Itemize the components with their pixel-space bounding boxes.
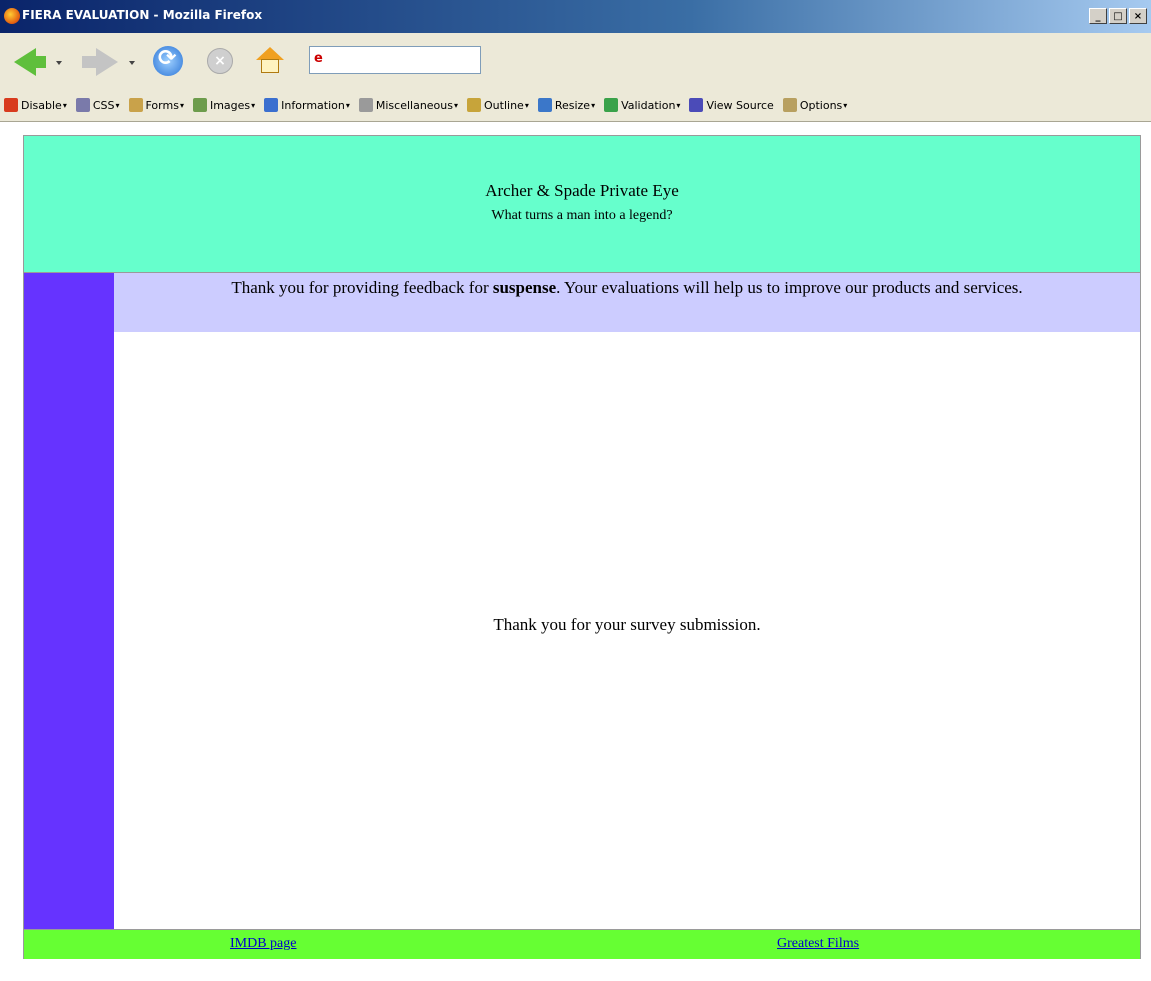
devtool-options-menu[interactable]: Options ▾	[782, 98, 848, 112]
navigation-toolbar: × e	[0, 33, 1151, 94]
red-x-icon	[4, 98, 18, 112]
forms-icon	[128, 98, 143, 112]
devtool-label: Validation	[621, 98, 676, 112]
view-source-icon	[689, 98, 704, 112]
page-footer: IMDB page Greatest Films	[24, 929, 1140, 959]
maximize-button[interactable]: □	[1109, 8, 1127, 24]
minimize-button[interactable]: _	[1089, 8, 1107, 24]
devtool-validation-menu[interactable]: Validation ▾	[604, 98, 680, 112]
dropdown-caret-icon: ▾	[251, 100, 256, 110]
back-history-dropdown-icon[interactable]	[56, 61, 62, 65]
devtool-information-menu[interactable]: Information ▾	[264, 98, 350, 112]
site-title: Archer & Spade Private Eye	[485, 181, 679, 200]
imdb-page-link[interactable]: IMDB page	[230, 936, 297, 952]
feedback-prefix: Thank you for providing feedback for	[231, 278, 493, 297]
devtool-label: Miscellaneous	[375, 98, 453, 112]
window-title-bar[interactable]: FIERA EVALUATION - Mozilla Firefox _ □ ×	[0, 0, 1151, 33]
info-icon	[264, 98, 279, 112]
feedback-message: Thank you for providing feedback for sus…	[114, 273, 1140, 332]
images-icon	[192, 98, 207, 112]
devtool-disable-menu[interactable]: Disable ▾	[4, 98, 67, 112]
devtool-resize-menu[interactable]: Resize ▾	[537, 98, 596, 112]
devtool-label: Options	[799, 98, 843, 112]
forward-arrow-icon[interactable]	[96, 48, 118, 76]
devtool-outline-menu[interactable]: Outline ▾	[467, 98, 529, 112]
toolbar-items: Disable ▾ CSS ▾ Forms ▾ Images ▾ Information ▾ Mis…	[4, 98, 856, 112]
home-icon[interactable]	[256, 47, 284, 75]
dropdown-caret-icon: ▾	[115, 100, 120, 110]
devtool-label: Outline	[484, 98, 524, 112]
forward-history-dropdown-icon[interactable]	[129, 61, 135, 65]
devtool-label: Images	[209, 98, 251, 112]
window-controls: _ □ ×	[1089, 8, 1147, 24]
devtool-miscellaneous-menu[interactable]: Miscellaneous ▾	[358, 98, 459, 112]
devtool-images-menu[interactable]: Images ▾	[192, 98, 256, 112]
wand-icon	[358, 98, 373, 112]
firefox-icon	[4, 8, 20, 24]
dropdown-caret-icon: ▾	[62, 100, 67, 110]
dropdown-caret-icon: ▾	[524, 100, 529, 110]
browser-viewport: Archer & Spade Private Eye What turns a …	[0, 122, 1151, 981]
forward-button[interactable]	[82, 56, 96, 68]
devtool-label: Forms	[145, 98, 179, 112]
dropdown-caret-icon: ▾	[345, 100, 350, 110]
web-developer-toolbar: Disable ▾ CSS ▾ Forms ▾ Images ▾ Information ▾ Mis…	[0, 93, 1151, 122]
dropdown-caret-icon: ▾	[454, 100, 459, 110]
page-frame: Archer & Spade Private Eye What turns a …	[23, 135, 1141, 959]
site-tagline: What turns a man into a legend?	[491, 208, 673, 223]
feedback-suffix: . Your evaluations will help us to impro…	[556, 278, 1023, 297]
validation-icon	[604, 98, 619, 112]
greatest-films-link[interactable]: Greatest Films	[777, 936, 859, 952]
left-sidebar	[24, 273, 114, 929]
pencil-icon	[467, 98, 482, 112]
reload-icon[interactable]	[153, 46, 183, 76]
devtool-label: Disable	[21, 98, 62, 112]
devtool-label: Resize	[554, 98, 591, 112]
devtool-label: CSS	[92, 98, 115, 112]
main-content: Thank you for your survey submission.	[114, 332, 1140, 929]
window-title: FIERA EVALUATION - Mozilla Firefox	[22, 8, 263, 22]
close-button[interactable]: ×	[1129, 8, 1147, 24]
feedback-subject: suspense	[492, 278, 557, 297]
dropdown-caret-icon: ▾	[179, 100, 184, 110]
back-button[interactable]	[32, 56, 46, 68]
dropdown-caret-icon: ▾	[843, 100, 848, 110]
options-icon	[782, 98, 797, 112]
resize-icon	[537, 98, 552, 112]
devtool-view-source-menu[interactable]: View Source	[689, 98, 774, 112]
dropdown-caret-icon: ▾	[676, 100, 681, 110]
stop-icon[interactable]: ×	[207, 48, 233, 74]
devtool-label: View Source	[706, 98, 774, 112]
css-icon	[75, 98, 90, 112]
page-header: Archer & Spade Private Eye What turns a …	[24, 136, 1140, 273]
devtool-label: Information	[281, 98, 345, 112]
site-favicon-icon: e	[314, 51, 323, 66]
dropdown-caret-icon: ▾	[591, 100, 596, 110]
confirmation-message: Thank you for your survey submission.	[493, 615, 761, 634]
devtool-forms-menu[interactable]: Forms ▾	[128, 98, 184, 112]
address-bar[interactable]: e	[309, 46, 481, 74]
devtool-css-menu[interactable]: CSS ▾	[75, 98, 120, 112]
